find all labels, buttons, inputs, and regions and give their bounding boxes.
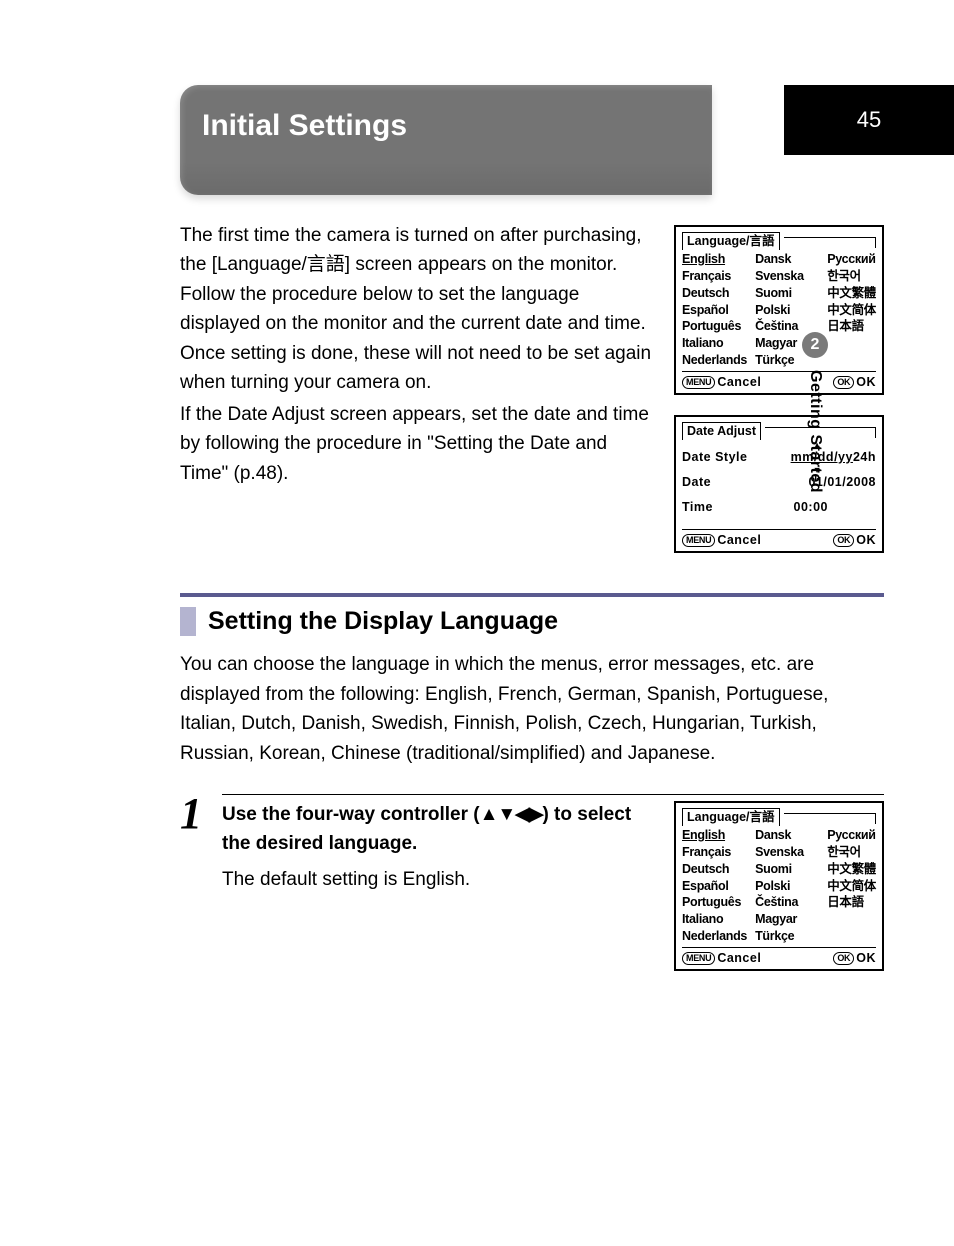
ok-ok: OKOK bbox=[833, 374, 876, 391]
step-instruction: Use the four-way controller (▲▼◀▶) to se… bbox=[222, 801, 656, 971]
intro-text: The first time the camera is turned on a… bbox=[180, 221, 656, 488]
intro-para-2: If the Date Adjust screen appears, set t… bbox=[180, 400, 656, 488]
section-divider bbox=[180, 593, 884, 597]
date-adjust-screen-figure: Date Adjust Date Style ▲ mm/dd/yy24h ▼ D… bbox=[674, 415, 884, 553]
menu-cancel: MENUCancel bbox=[682, 374, 761, 391]
arrow-down-icon: ▼ bbox=[813, 466, 822, 474]
intro-para-1: The first time the camera is turned on a… bbox=[180, 221, 656, 398]
page-title-band: Initial Settings bbox=[180, 85, 712, 195]
lang-screen-title: Language/言語 bbox=[682, 232, 780, 250]
page-title: Initial Settings bbox=[202, 109, 712, 143]
section-body: You can choose the language in which the… bbox=[180, 650, 884, 768]
step-detail: The default setting is English. bbox=[222, 866, 656, 895]
four-way-arrows-icon: ▲▼◀▶ bbox=[480, 804, 543, 825]
language-screen-figure: Language/言語 English Français Deutsch Esp… bbox=[674, 225, 884, 395]
language-screen-figure-2: Language/言語 English Français Deutsch Esp… bbox=[674, 801, 884, 971]
section-heading: Setting the Display Language bbox=[180, 607, 884, 636]
date-screen-title: Date Adjust bbox=[682, 422, 761, 440]
arrow-up-icon: ▲ bbox=[813, 441, 822, 449]
step-number: 1 bbox=[180, 792, 210, 836]
